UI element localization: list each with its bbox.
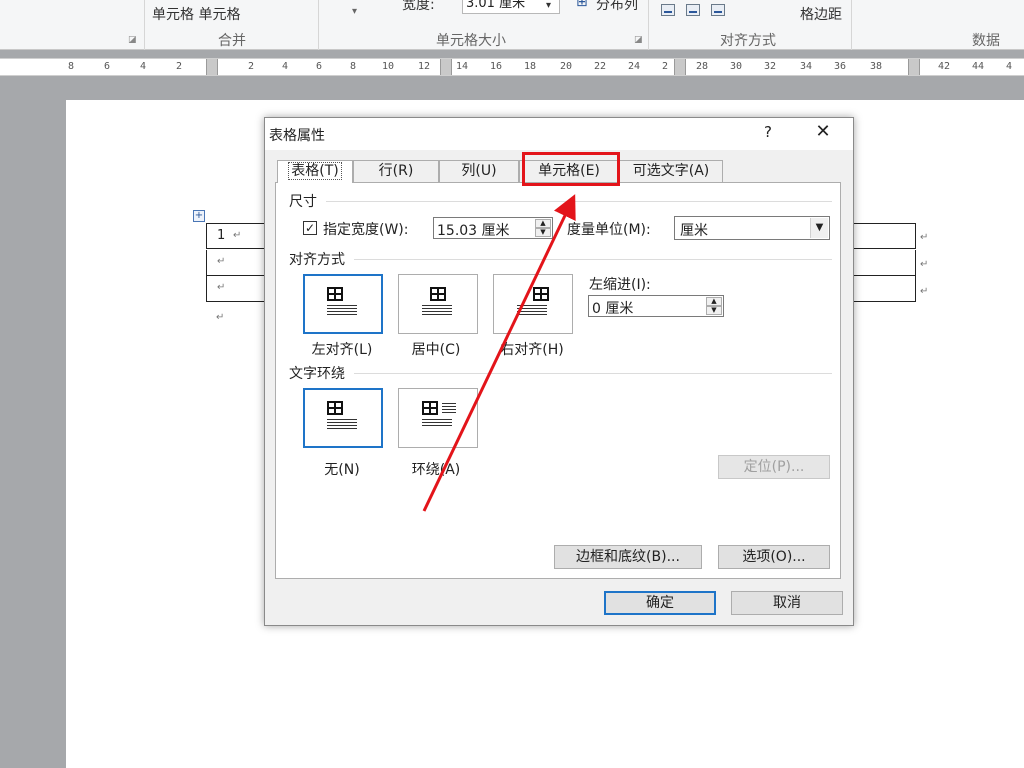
annotation-arrow — [422, 194, 576, 512]
arrow-line — [422, 194, 576, 512]
